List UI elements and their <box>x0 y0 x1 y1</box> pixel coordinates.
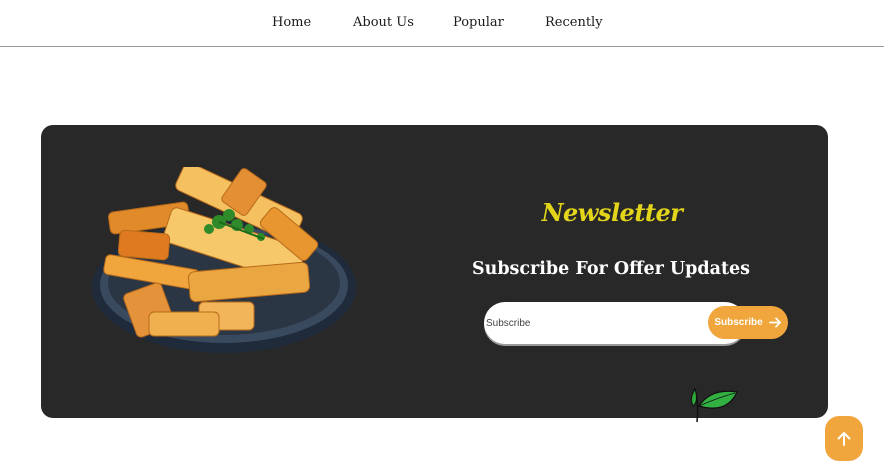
newsletter-section: Newsletter Subscribe For Offer Updates S… <box>41 125 828 423</box>
fries-image <box>92 167 356 353</box>
nav-item-home[interactable]: Home <box>272 15 311 30</box>
scroll-to-top-button[interactable] <box>825 416 863 461</box>
nav-item-about-us[interactable]: About Us <box>353 15 414 30</box>
leaf-icon <box>690 387 738 423</box>
newsletter-heading: Subscribe For Offer Updates <box>471 259 751 279</box>
arrow-up-icon <box>837 431 851 446</box>
arrow-right-icon <box>768 317 781 328</box>
subscribe-email-input[interactable] <box>484 302 746 344</box>
subscribe-button-label: Subscribe <box>714 317 763 328</box>
newsletter-script-title: Newsletter <box>541 198 683 227</box>
nav-item-popular[interactable]: Popular <box>453 15 504 30</box>
top-navigation: Home About Us Popular Recently <box>0 0 884 47</box>
nav-item-recently[interactable]: Recently <box>545 15 603 30</box>
subscribe-button[interactable]: Subscribe <box>708 306 788 339</box>
